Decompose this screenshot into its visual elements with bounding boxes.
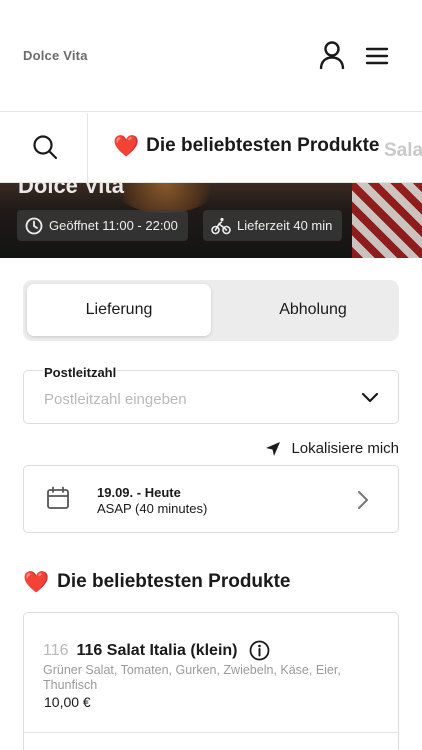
product-description: Grüner Salat, Tomaten, Gurken, Zwiebeln,…: [43, 663, 341, 692]
calendar-icon: [47, 486, 69, 509]
schedule-date: 19.09. - Heute: [97, 485, 181, 500]
product-card[interactable]: 116 116 Salat Italia (klein) Grüner Sala…: [23, 612, 399, 750]
opening-hours-badge: Geöffnet 11:00 - 22:00: [17, 210, 188, 241]
category-tab-popular[interactable]: ❤️ Die beliebtesten Produkte: [113, 135, 380, 157]
zip-input[interactable]: [44, 391, 344, 408]
hero-banner: Dolce Vita Geöffnet 11:00 - 22:00 Liefer…: [0, 183, 422, 258]
product-header: 116 116 Salat Italia (klein): [43, 640, 270, 661]
delivery-time-text: Lieferzeit 40 min: [237, 218, 333, 233]
product-name: 116 Salat Italia (klein): [76, 641, 238, 659]
top-bar: Dolce Vita: [0, 0, 422, 112]
brand-name[interactable]: Dolce Vita: [23, 48, 88, 63]
pickup-option[interactable]: Abholung: [233, 284, 393, 336]
delivery-time-badge: Lieferzeit 40 min: [203, 210, 343, 241]
locate-me-button[interactable]: Lokalisiere mich: [265, 440, 399, 457]
schedule-selector[interactable]: 19.09. - Heute ASAP (40 minutes): [23, 465, 399, 533]
category-search-button[interactable]: [0, 113, 88, 182]
zip-field[interactable]: Postleitzahl: [23, 365, 399, 424]
order-mode-toggle: Lieferung Abholung: [23, 280, 399, 341]
zip-label: Postleitzahl: [43, 365, 118, 380]
product-number: 116: [43, 641, 69, 659]
menu-button[interactable]: [364, 44, 390, 68]
clock-icon: [25, 217, 43, 234]
bike-icon: [211, 217, 231, 234]
hero-tablecloth: [352, 183, 422, 258]
hero-food-image: [110, 183, 220, 213]
divider: [24, 732, 398, 733]
delivery-option[interactable]: Lieferung: [27, 284, 211, 336]
heart-icon: ❤️: [23, 570, 50, 594]
product-price: 10,00 €: [44, 694, 91, 710]
chevron-down-icon[interactable]: [361, 391, 379, 403]
info-icon[interactable]: [249, 640, 270, 661]
category-tab-salat[interactable]: Salat: [384, 140, 422, 162]
locate-me-label: Lokalisiere mich: [291, 440, 399, 457]
hero-title: Dolce Vita: [18, 183, 124, 198]
section-title: ❤️ Die beliebtesten Produkte: [23, 571, 291, 593]
search-icon: [33, 135, 58, 160]
user-icon: [319, 41, 345, 70]
opening-hours-text: Geöffnet 11:00 - 22:00: [49, 218, 178, 233]
chevron-right-icon: [358, 491, 368, 509]
section-title-label: Die beliebtesten Produkte: [57, 571, 291, 592]
category-bar: ❤️ Die beliebtesten Produkte Salat: [0, 113, 422, 183]
location-arrow-icon: [266, 441, 281, 456]
schedule-time: ASAP (40 minutes): [97, 501, 208, 516]
category-tab-label: Die beliebtesten Produkte: [146, 135, 380, 156]
heart-icon: ❤️: [113, 134, 140, 158]
hamburger-menu-icon: [365, 47, 389, 65]
user-account-button[interactable]: [318, 41, 346, 71]
